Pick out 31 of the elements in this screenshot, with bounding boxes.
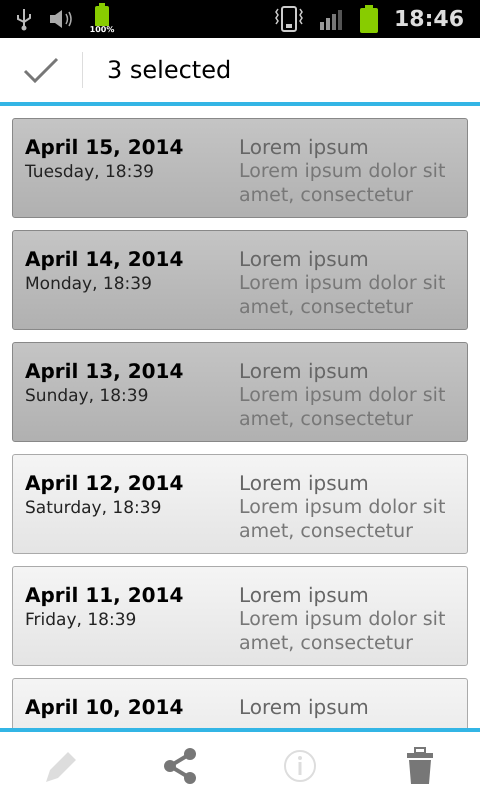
note-preview: Lorem ipsum dolor sit amet, consectetur (239, 271, 446, 319)
note-preview: Lorem ipsum dolor sit amet, consectetur (239, 607, 446, 655)
note-title: Lorem ipsum (239, 583, 370, 607)
note-title: Lorem ipsum (239, 135, 370, 159)
list-card[interactable]: April 15, 2014 Tuesday, 18:39 Lorem ipsum Lorem ipsum dolor sit amet, consectetur (12, 118, 468, 218)
list-card[interactable]: April 13, 2014 Sunday, 18:39 Lorem ipsum Lorem ipsum dolor sit amet, consectetur (12, 342, 468, 442)
note-title: Lorem ipsum (239, 695, 370, 719)
date-title: April 13, 2014 (25, 359, 184, 383)
date-title: April 12, 2014 (25, 471, 184, 495)
day-time: Tuesday, 18:39 (25, 161, 155, 184)
note-preview: Lorem ipsum dolor sit amet, consectetur (239, 383, 446, 431)
battery-percent: 100% (88, 26, 116, 34)
note-preview: Lorem ipsum dolor sit amet, consectetur (239, 495, 446, 543)
note-title: Lorem ipsum (239, 247, 370, 271)
note-preview: Lorem ipsum dolor sit amet, consectetur (239, 159, 446, 207)
list-card[interactable]: April 14, 2014 Monday, 18:39 Lorem ipsum Lorem ipsum dolor sit amet, consectetur (12, 230, 468, 330)
list-card[interactable]: April 11, 2014 Friday, 18:39 Lorem ipsum Lorem ipsum dolor sit amet, consectetur (12, 566, 468, 666)
day-time: Monday, 18:39 (25, 273, 153, 296)
date-title: April 14, 2014 (25, 247, 184, 271)
note-title: Lorem ipsum (239, 359, 370, 383)
date-title: April 11, 2014 (25, 583, 184, 607)
selection-count: 3 selected (107, 55, 232, 86)
date-title: April 10, 2014 (25, 695, 184, 719)
list-card[interactable]: April 10, 2014 Lorem ipsum (12, 678, 468, 728)
day-time: Friday, 18:39 (25, 609, 138, 632)
note-title: Lorem ipsum (239, 471, 370, 495)
clock-time: 18:46 (394, 6, 464, 34)
date-title: April 15, 2014 (25, 135, 184, 159)
day-time: Saturday, 18:39 (25, 497, 162, 520)
day-time: Sunday, 18:39 (25, 385, 150, 408)
list-card[interactable]: April 12, 2014 Saturday, 18:39 Lorem ipsum Lorem ipsum dolor sit amet, consectetur (12, 454, 468, 554)
